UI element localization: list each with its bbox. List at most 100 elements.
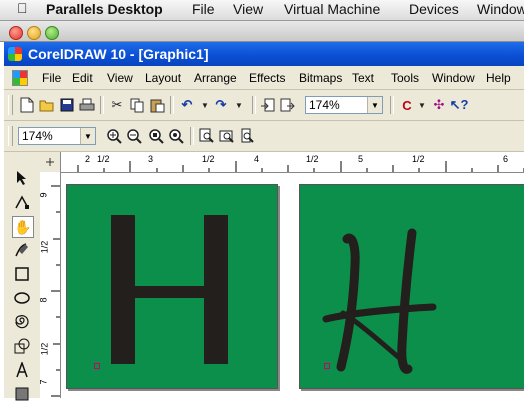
menu-effects[interactable]: Effects: [249, 71, 285, 85]
zoom-in-icon[interactable]: [105, 127, 123, 145]
cut-icon[interactable]: ✂: [108, 96, 126, 114]
basic-shapes-tool-icon[interactable]: [12, 336, 32, 356]
close-window-button[interactable]: [9, 26, 23, 40]
ruler-label: 1/2: [412, 154, 425, 164]
mac-menubar:  Parallels Desktop File View Virtual Ma…: [0, 0, 524, 21]
text-tool-icon[interactable]: [12, 360, 32, 380]
zoom-to-page-width-icon[interactable]: [218, 127, 236, 145]
letter-h-block-graphic[interactable]: [67, 185, 277, 388]
horizontal-ruler[interactable]: 2 1/2 3 1/2 4 1/2 5 1/2 6: [40, 152, 524, 173]
pick-tool-icon[interactable]: [12, 168, 32, 188]
zoom-to-selected-icon[interactable]: [147, 127, 165, 145]
toolbar-separator: [170, 96, 174, 114]
coreldraw-logo-icon[interactable]: [8, 47, 22, 61]
save-icon[interactable]: [58, 96, 76, 114]
import-icon[interactable]: [258, 96, 276, 114]
print-icon[interactable]: [78, 96, 96, 114]
ruler-label: 1/2: [202, 154, 215, 164]
menu-view[interactable]: View: [107, 71, 133, 85]
ruler-label: 1/2: [306, 154, 319, 164]
freehand-tool-icon[interactable]: [12, 240, 32, 260]
menu-virtual-machine[interactable]: Virtual Machine: [284, 1, 380, 17]
vertical-ruler[interactable]: 9 1/2 8 1/2 7: [38, 172, 61, 398]
ruler-label: 2: [85, 154, 91, 164]
menu-arrange[interactable]: Arrange: [194, 71, 237, 85]
zoom-to-all-objects-icon[interactable]: [167, 127, 185, 145]
open-folder-icon[interactable]: [38, 96, 56, 114]
ruler-label: 7: [38, 379, 49, 385]
app-titlebar: CorelDRAW 10 - [Graphic1]: [4, 42, 524, 66]
launcher-dropdown-arrow-icon[interactable]: ▼: [413, 96, 431, 114]
window-title: CorelDRAW 10 - [Graphic1]: [28, 46, 209, 62]
chevron-down-icon[interactable]: ▼: [367, 97, 382, 113]
ellipse-tool-icon[interactable]: [12, 288, 32, 308]
menu-bitmaps[interactable]: Bitmaps: [299, 71, 342, 85]
ruler-label: 1/2: [39, 240, 50, 254]
corel-online-icon[interactable]: ✣: [430, 96, 448, 114]
menu-view[interactable]: View: [233, 1, 263, 17]
new-document-icon[interactable]: [18, 96, 36, 114]
ruler-label: 9: [38, 192, 49, 198]
zoom-window-button[interactable]: [45, 26, 59, 40]
zoom-toolbar: 174% ▼: [4, 121, 524, 152]
menu-window[interactable]: Window: [432, 71, 475, 85]
shape-tool-icon[interactable]: [12, 192, 32, 212]
chevron-down-icon[interactable]: ▼: [80, 128, 95, 144]
menu-file[interactable]: File: [42, 71, 61, 85]
object-node-marker[interactable]: [324, 363, 330, 369]
zoom-levels-value: 174%: [22, 129, 53, 143]
drawing-canvas[interactable]: [61, 173, 524, 398]
zoom-level-combo[interactable]: 174% ▼: [305, 96, 383, 114]
app-menubar: File Edit View Layout Arrange Effects Bi…: [4, 66, 524, 90]
redo-dropdown-arrow-icon[interactable]: ▼: [230, 96, 248, 114]
menu-window[interactable]: Window: [477, 1, 524, 17]
ruler-label: 1/2: [97, 154, 110, 164]
pan-hand-tool-icon[interactable]: ✋: [12, 216, 34, 238]
copy-icon[interactable]: [128, 96, 146, 114]
rectangle-tool-icon[interactable]: [12, 264, 32, 284]
ruler-label: 5: [358, 154, 364, 164]
zoom-level-value: 174%: [309, 98, 340, 112]
menu-parallels-desktop[interactable]: Parallels Desktop: [46, 1, 163, 17]
mac-window-titlebar: [0, 21, 524, 42]
ruler-label: 1/2: [39, 342, 50, 356]
standard-toolbar: ✂ ↶ ▼ ↷ ▼ 174% ▼ C ▼ ✣ ↖?: [4, 90, 524, 121]
zoom-to-page-height-icon[interactable]: [238, 127, 256, 145]
paste-icon[interactable]: [148, 96, 166, 114]
menu-text[interactable]: Text: [352, 71, 374, 85]
toolbar-separator: [100, 96, 104, 114]
object-node-marker[interactable]: [94, 363, 100, 369]
minimize-window-button[interactable]: [27, 26, 41, 40]
redo-icon[interactable]: ↷: [212, 96, 230, 114]
apple-menu-icon[interactable]: : [17, 0, 28, 16]
ruler-label: 3: [148, 154, 154, 164]
toolbar-grip[interactable]: [8, 95, 13, 115]
menu-edit[interactable]: Edit: [72, 71, 93, 85]
letter-h-script-graphic[interactable]: [300, 185, 524, 388]
green-panel-left[interactable]: [66, 184, 278, 389]
toolbar-separator: [252, 96, 256, 114]
undo-icon[interactable]: ↶: [178, 96, 196, 114]
ruler-origin-corner[interactable]: [40, 152, 61, 173]
menu-tools[interactable]: Tools: [391, 71, 419, 85]
zoom-out-icon[interactable]: [125, 127, 143, 145]
toolbar-separator: [390, 96, 394, 114]
ruler-label: 4: [254, 154, 260, 164]
interactive-fill-tool-icon[interactable]: [12, 384, 32, 404]
green-panel-right[interactable]: [299, 184, 524, 389]
zoom-levels-combo[interactable]: 174% ▼: [18, 127, 96, 145]
menu-help[interactable]: Help: [486, 71, 511, 85]
menu-file[interactable]: File: [192, 1, 215, 17]
spiral-tool-icon[interactable]: [12, 312, 32, 332]
zoom-to-page-icon[interactable]: [198, 127, 216, 145]
ruler-label: 6: [503, 154, 509, 164]
menu-layout[interactable]: Layout: [145, 71, 181, 85]
menu-devices[interactable]: Devices: [409, 1, 459, 17]
toolbar-separator: [190, 127, 194, 145]
whats-this-help-icon[interactable]: ↖?: [450, 96, 469, 114]
toolbox: ✋: [4, 152, 41, 401]
toolbar-grip[interactable]: [8, 126, 13, 146]
document-icon[interactable]: [12, 70, 28, 86]
export-icon[interactable]: [278, 96, 296, 114]
ruler-label: 8: [38, 297, 49, 303]
